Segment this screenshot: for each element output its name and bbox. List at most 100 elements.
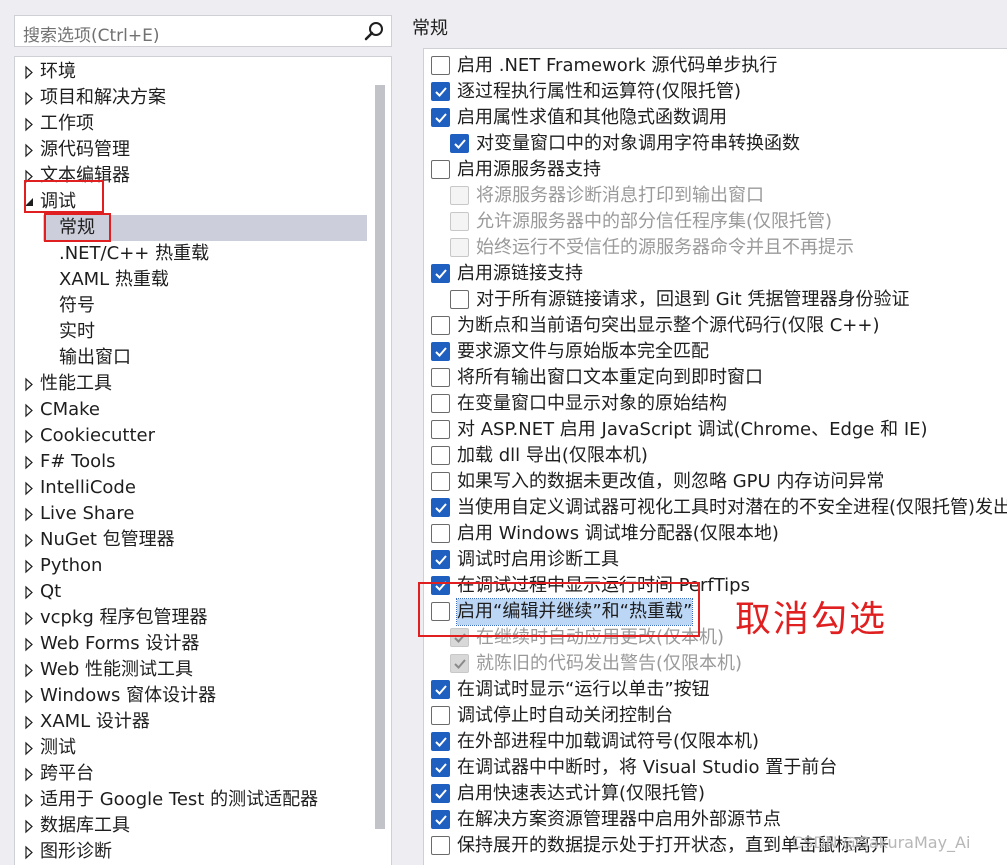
collapsed-arrow-icon[interactable]	[23, 709, 35, 735]
collapsed-arrow-icon[interactable]	[23, 475, 35, 501]
checkbox-checked[interactable]	[431, 264, 450, 283]
option-row[interactable]: 在调试时显示“运行以单击”按钮	[431, 677, 1007, 703]
checkbox-unchecked[interactable]	[431, 394, 450, 413]
checkbox-unchecked[interactable]	[431, 446, 450, 465]
checkbox-unchecked[interactable]	[431, 56, 450, 75]
tree-item[interactable]: 项目和解决方案	[15, 85, 365, 111]
option-row[interactable]: 加载 dll 导出(仅限本机)	[431, 443, 1007, 469]
collapsed-arrow-icon[interactable]	[23, 423, 35, 449]
checkbox-checked[interactable]	[431, 342, 450, 361]
checkbox-checked[interactable]	[431, 680, 450, 699]
collapsed-arrow-icon[interactable]	[23, 657, 35, 683]
tree-item[interactable]: 符号	[15, 293, 365, 319]
option-row[interactable]: 如果写入的数据未更改值，则忽略 GPU 内存访问异常	[431, 469, 1007, 495]
option-row[interactable]: 对变量窗口中的对象调用字符串转换函数	[450, 131, 1007, 157]
tree-item[interactable]: CMake	[15, 397, 365, 423]
tree-item[interactable]: 环境	[15, 59, 365, 85]
option-row[interactable]: 为断点和当前语句突出显示整个源代码行(仅限 C++)	[431, 313, 1007, 339]
collapsed-arrow-icon[interactable]	[23, 397, 35, 423]
option-row[interactable]: 对于所有源链接请求，回退到 Git 凭据管理器身份验证	[450, 287, 1007, 313]
collapsed-arrow-icon[interactable]	[23, 111, 35, 137]
option-row[interactable]: 将所有输出窗口文本重定向到即时窗口	[431, 365, 1007, 391]
tree-item[interactable]: 数据库工具	[15, 813, 365, 839]
checkbox-checked[interactable]	[450, 134, 469, 153]
collapsed-arrow-icon[interactable]	[23, 59, 35, 85]
collapsed-arrow-icon[interactable]	[23, 631, 35, 657]
tree-item[interactable]: XAML 设计器	[15, 709, 365, 735]
collapsed-arrow-icon[interactable]	[23, 813, 35, 839]
tree-item[interactable]: 工作项	[15, 111, 365, 137]
tree-item[interactable]: Web 性能测试工具	[15, 657, 365, 683]
tree-item[interactable]: vcpkg 程序包管理器	[15, 605, 365, 631]
checkbox-checked[interactable]	[431, 784, 450, 803]
checkbox-checked[interactable]	[431, 810, 450, 829]
search-icon[interactable]	[363, 20, 385, 42]
checkbox-checked[interactable]	[431, 108, 450, 127]
checkbox-checked[interactable]	[431, 732, 450, 751]
collapsed-arrow-icon[interactable]	[23, 527, 35, 553]
option-row[interactable]: 启用快速表达式计算(仅限托管)	[431, 781, 1007, 807]
tree-item[interactable]: Cookiecutter	[15, 423, 365, 449]
tree-item[interactable]: 测试	[15, 735, 365, 761]
option-row[interactable]: 调试时启用诊断工具	[431, 547, 1007, 573]
tree-item[interactable]: 性能工具	[15, 371, 365, 397]
checkbox-unchecked[interactable]	[431, 160, 450, 179]
collapsed-arrow-icon[interactable]	[23, 137, 35, 163]
collapsed-arrow-icon[interactable]	[23, 787, 35, 813]
collapsed-arrow-icon[interactable]	[23, 501, 35, 527]
search-box[interactable]: 搜索选项(Ctrl+E)	[14, 15, 392, 47]
collapsed-arrow-icon[interactable]	[23, 735, 35, 761]
option-row[interactable]: 启用属性求值和其他隐式函数调用	[431, 105, 1007, 131]
option-row[interactable]: 启用 Windows 调试堆分配器(仅限本地)	[431, 521, 1007, 547]
collapsed-arrow-icon[interactable]	[23, 605, 35, 631]
checkbox-checked[interactable]	[431, 82, 450, 101]
option-row[interactable]: 当使用自定义调试器可视化工具时对潜在的不安全进程(仅限托管)发出	[431, 495, 1007, 521]
collapsed-arrow-icon[interactable]	[23, 579, 35, 605]
tree-item[interactable]: Web Forms 设计器	[15, 631, 365, 657]
tree-item[interactable]: IntelliCode	[15, 475, 365, 501]
checkbox-unchecked[interactable]	[450, 290, 469, 309]
tree-item[interactable]: 实时	[15, 319, 365, 345]
option-row[interactable]: 逐过程执行属性和运算符(仅限托管)	[431, 79, 1007, 105]
tree-item[interactable]: NuGet 包管理器	[15, 527, 365, 553]
option-row[interactable]: 要求源文件与原始版本完全匹配	[431, 339, 1007, 365]
collapsed-arrow-icon[interactable]	[23, 371, 35, 397]
tree-item[interactable]: 源代码管理	[15, 137, 365, 163]
checkbox-unchecked[interactable]	[431, 472, 450, 491]
option-row[interactable]: 在解决方案资源管理器中启用外部源节点	[431, 807, 1007, 833]
checkbox-unchecked[interactable]	[431, 368, 450, 387]
options-tree[interactable]: 环境 项目和解决方案 工作项 源代码管理 文本编辑器 调试 常规 .NET/C++ 热重载 XA…	[14, 56, 392, 865]
checkbox-unchecked[interactable]	[431, 524, 450, 543]
option-row[interactable]: 在调试器中中断时，将 Visual Studio 置于前台	[431, 755, 1007, 781]
collapsed-arrow-icon[interactable]	[23, 839, 35, 865]
option-row[interactable]: 在外部进程中加载调试符号(仅限本机)	[431, 729, 1007, 755]
tree-item[interactable]: F# Tools	[15, 449, 365, 475]
collapsed-arrow-icon[interactable]	[23, 553, 35, 579]
checkbox-unchecked[interactable]	[431, 316, 450, 335]
tree-item[interactable]: 图形诊断	[15, 839, 365, 865]
option-row[interactable]: 启用源链接支持	[431, 261, 1007, 287]
collapsed-arrow-icon[interactable]	[23, 449, 35, 475]
checkbox-checked[interactable]	[431, 550, 450, 569]
tree-item[interactable]: XAML 热重载	[15, 267, 365, 293]
checkbox-checked[interactable]	[431, 498, 450, 517]
option-row[interactable]: 对 ASP.NET 启用 JavaScript 调试(Chrome、Edge 和…	[431, 417, 1007, 443]
tree-scrollbar[interactable]	[375, 85, 385, 829]
tree-item[interactable]: Qt	[15, 579, 365, 605]
tree-item[interactable]: Windows 窗体设计器	[15, 683, 365, 709]
tree-item[interactable]: 适用于 Google Test 的测试适配器	[15, 787, 365, 813]
tree-item[interactable]: 跨平台	[15, 761, 365, 787]
option-row[interactable]: 在变量窗口中显示对象的原始结构	[431, 391, 1007, 417]
checkbox-unchecked[interactable]	[431, 836, 450, 855]
option-row[interactable]: 启用源服务器支持	[431, 157, 1007, 183]
tree-item[interactable]: 输出窗口	[15, 345, 365, 371]
tree-item[interactable]: .NET/C++ 热重载	[15, 241, 365, 267]
tree-item[interactable]: Python	[15, 553, 365, 579]
option-row[interactable]: 启用 .NET Framework 源代码单步执行	[431, 53, 1007, 79]
checkbox-unchecked[interactable]	[431, 706, 450, 725]
collapsed-arrow-icon[interactable]	[23, 683, 35, 709]
checkbox-unchecked[interactable]	[431, 420, 450, 439]
collapsed-arrow-icon[interactable]	[23, 85, 35, 111]
checkbox-checked[interactable]	[431, 758, 450, 777]
option-row[interactable]: 调试停止时自动关闭控制台	[431, 703, 1007, 729]
